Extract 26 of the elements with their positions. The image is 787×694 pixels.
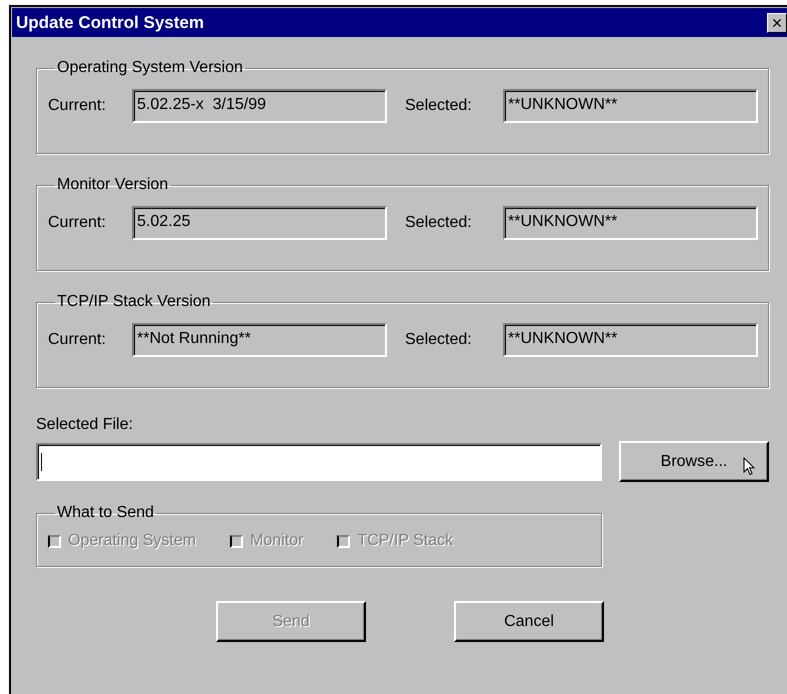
field-label: Selected File: bbox=[36, 416, 133, 434]
group-title: Monitor Version bbox=[56, 176, 170, 194]
field-label: Current: bbox=[48, 97, 107, 115]
group-title: Operating System Version bbox=[56, 59, 244, 77]
readonly-field: **Not Running** bbox=[132, 323, 387, 357]
field-label: Selected: bbox=[405, 97, 473, 115]
window-title: Update Control System bbox=[16, 12, 204, 32]
group-title: TCP/IP Stack Version bbox=[56, 293, 212, 311]
close-button[interactable]: × bbox=[767, 12, 787, 32]
readonly-field: 5.02.25 bbox=[132, 206, 387, 240]
browse-button[interactable]: Browse... bbox=[619, 441, 769, 482]
field-label: Selected: bbox=[405, 331, 473, 349]
checkbox-label: Monitor bbox=[250, 532, 304, 550]
cancel-button[interactable]: Cancel bbox=[454, 601, 604, 642]
readonly-field: 5.02.25-x 3/15/99 bbox=[132, 89, 387, 123]
readonly-field: **UNKNOWN** bbox=[503, 323, 758, 357]
mouse-pointer-icon bbox=[743, 457, 755, 476]
field-label: Current: bbox=[48, 331, 107, 349]
group-title: What to Send bbox=[56, 504, 155, 522]
readonly-field: **UNKNOWN** bbox=[503, 206, 758, 240]
checkbox-label: TCP/IP Stack bbox=[357, 532, 454, 550]
field-label: Selected: bbox=[405, 214, 473, 232]
checkbox-label: Operating System bbox=[68, 532, 196, 550]
file-path-field[interactable] bbox=[36, 442, 602, 480]
readonly-field: **UNKNOWN** bbox=[503, 89, 758, 123]
field-label: Current: bbox=[48, 214, 107, 232]
